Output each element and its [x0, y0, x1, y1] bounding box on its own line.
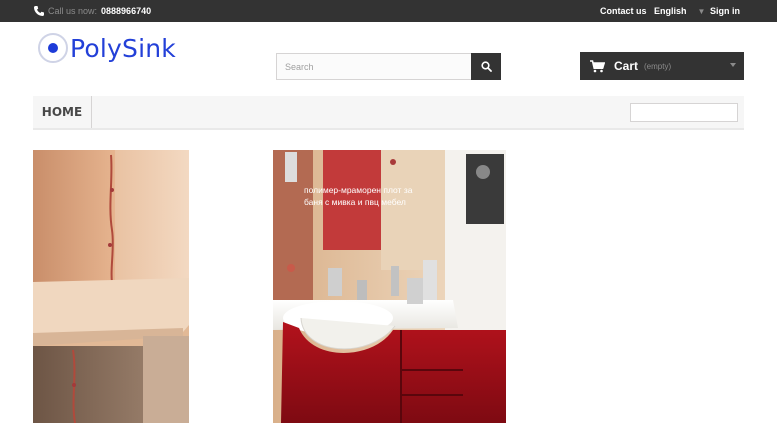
product-caption: полимер-мраморен плот за баня с мивка и …	[304, 185, 413, 207]
language-label: English	[654, 6, 687, 16]
menu-item-home[interactable]: HOME	[33, 96, 92, 128]
cart-status: (empty)	[644, 61, 672, 71]
menu-search-input[interactable]	[630, 103, 738, 122]
main-menu: HOME	[33, 96, 744, 130]
chevron-down-icon: ▼	[697, 6, 706, 16]
logo-icon	[38, 33, 68, 63]
product-image-1[interactable]	[33, 150, 189, 423]
cart-icon	[590, 59, 605, 72]
contact-link[interactable]: Contact us	[600, 0, 647, 22]
language-selector[interactable]: English ▼	[654, 0, 705, 22]
search-input[interactable]	[276, 53, 471, 80]
product-image-2[interactable]: полимер-мраморен плот за баня с мивка и …	[273, 150, 506, 423]
sign-in-link[interactable]: Sign in	[710, 0, 740, 22]
search-button[interactable]	[471, 53, 501, 80]
call-label: Call us now:	[48, 6, 98, 16]
cart-label: Cart	[614, 59, 639, 73]
chevron-down-icon	[730, 63, 736, 67]
top-bar: Call us now: 0888966740 Contact us Engli…	[0, 0, 777, 22]
search-icon	[480, 61, 492, 72]
bathroom-countertop-photo	[33, 150, 189, 423]
phone-icon	[34, 6, 44, 16]
logo-text: PolySink	[70, 33, 176, 63]
search-bar	[276, 53, 501, 80]
phone-number: 0888966740	[101, 6, 152, 16]
cart-button[interactable]: Cart (empty)	[580, 52, 744, 80]
site-logo[interactable]: PolySink	[38, 32, 176, 64]
call-us: Call us now: 0888966740	[33, 0, 151, 22]
